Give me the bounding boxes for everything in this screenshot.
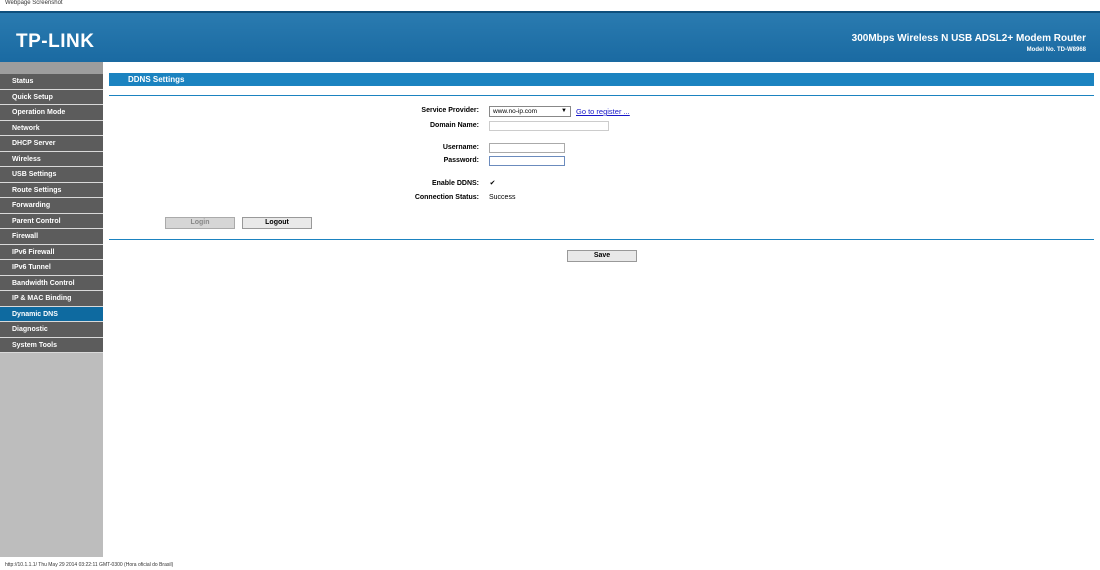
sidebar-item-ipv6-tunnel[interactable]: IPv6 Tunnel (0, 260, 103, 276)
sidebar-item-bandwidth-control[interactable]: Bandwidth Control (0, 275, 103, 291)
sidebar-item-quick-setup[interactable]: Quick Setup (0, 89, 103, 105)
sidebar-item-network[interactable]: Network (0, 120, 103, 136)
enable-ddns-checkbox[interactable]: ✔ (489, 180, 496, 187)
username-field[interactable] (489, 143, 565, 153)
sidebar-item-wireless[interactable]: Wireless (0, 151, 103, 167)
domain-name-field[interactable] (489, 121, 609, 131)
model-number: Model No. TD-W8968 (1026, 47, 1086, 53)
main-content: DDNS Settings Service Provider: www.no-i… (108, 62, 1094, 557)
sidebar-item-operation-mode[interactable]: Operation Mode (0, 105, 103, 121)
connection-status-label: Connection Status: (414, 194, 479, 201)
sidebar-item-ip-mac-binding[interactable]: IP & MAC Binding (0, 291, 103, 307)
section-title: DDNS Settings (109, 73, 1094, 86)
domain-name-label: Domain Name: (429, 122, 479, 129)
tp-link-logo: TP-LINK (16, 31, 95, 52)
sidebar-item-forwarding[interactable]: Forwarding (0, 198, 103, 214)
password-field[interactable] (489, 156, 565, 166)
sidebar-item-dynamic-dns[interactable]: Dynamic DNS (0, 306, 103, 322)
sidebar: Status Quick Setup Operation Mode Networ… (0, 62, 103, 557)
sidebar-item-route-settings[interactable]: Route Settings (0, 182, 103, 198)
sidebar-item-status[interactable]: Status (0, 74, 103, 90)
sidebar-item-system-tools[interactable]: System Tools (0, 337, 103, 353)
logout-button[interactable]: Logout (242, 217, 312, 229)
sidebar-item-diagnostic[interactable]: Diagnostic (0, 322, 103, 338)
go-to-register-link[interactable]: Go to register ... (576, 107, 630, 116)
save-button[interactable]: Save (567, 250, 637, 262)
divider-bottom (109, 239, 1094, 240)
login-button[interactable]: Login (165, 217, 235, 229)
divider-top (109, 95, 1094, 96)
status-bar-url: http://10.1.1.1/ Thu May 29 2014 03:22:1… (5, 562, 174, 568)
sidebar-item-ipv6-firewall[interactable]: IPv6 Firewall (0, 244, 103, 260)
sidebar-item-dhcp-server[interactable]: DHCP Server (0, 136, 103, 152)
chevron-down-icon: ▼ (561, 108, 567, 114)
sidebar-item-parent-control[interactable]: Parent Control (0, 213, 103, 229)
page-caption: Webpage Screenshot (5, 0, 63, 6)
header-banner: TP-LINK 300Mbps Wireless N USB ADSL2+ Mo… (0, 11, 1100, 62)
service-provider-select[interactable]: www.no-ip.com ▼ (489, 106, 571, 117)
password-label: Password: (443, 157, 479, 164)
product-name: 300Mbps Wireless N USB ADSL2+ Modem Rout… (851, 33, 1086, 44)
username-label: Username: (442, 144, 479, 151)
sidebar-item-usb-settings[interactable]: USB Settings (0, 167, 103, 183)
enable-ddns-label: Enable DDNS: (431, 180, 479, 187)
sidebar-item-firewall[interactable]: Firewall (0, 229, 103, 245)
connection-status-value: Success (489, 194, 516, 201)
service-provider-label: Service Provider: (421, 107, 479, 114)
